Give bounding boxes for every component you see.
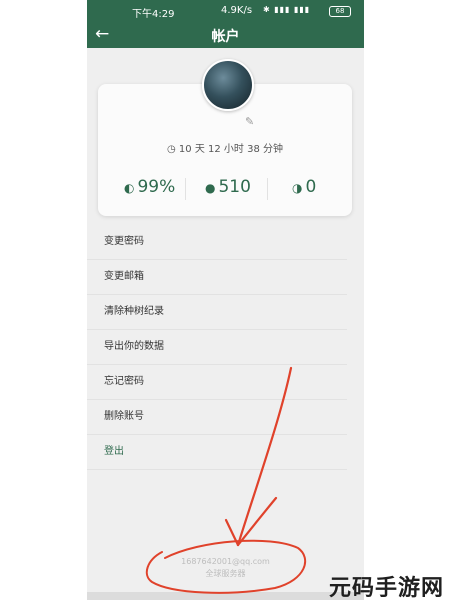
focus-time-text: 10 天 12 小时 38 分钟 [178, 144, 283, 155]
menu-delete-account[interactable]: 删除账号 [87, 400, 347, 435]
status-bar: 下午4:29 4.9K/s ✱ ▮▮▮ ▮▮▮ 68 [87, 0, 364, 22]
menu-forgot-password[interactable]: 忘记密码 [87, 365, 347, 400]
stat-real-trees: ◑ 0 [292, 172, 316, 202]
clock-icon: ◷ [167, 144, 176, 155]
menu-export-data[interactable]: 导出你的数据 [87, 330, 347, 365]
stat-divider [267, 178, 268, 200]
success-rate-icon: ◐ [124, 181, 135, 195]
globe-tree-icon: ◑ [292, 181, 303, 195]
page-title: 帐户 [211, 29, 240, 45]
server-region: 全球服务器 [205, 569, 246, 578]
menu-change-password[interactable]: 变更密码 [87, 225, 347, 260]
app-bar: ← 帐户 [87, 22, 364, 48]
battery-icon: 68 [329, 6, 351, 17]
stat-success-rate: ◐ 99% [124, 172, 175, 202]
account-email: 1687642001@qq.com [181, 557, 270, 566]
stat-coins: ● 510 [205, 172, 251, 202]
menu-clear-tree-records[interactable]: 清除种树纪录 [87, 295, 347, 330]
stat-value: 510 [218, 177, 251, 197]
coin-icon: ● [205, 181, 216, 195]
signal-icon: ✱ ▮▮▮ ▮▮▮ [263, 5, 311, 14]
menu-logout[interactable]: 登出 [87, 435, 347, 470]
bottom-bar [87, 592, 364, 600]
network-speed: 4.9K/s [221, 5, 253, 16]
watermark-text: 元码手游网 [328, 576, 444, 601]
stat-divider [185, 178, 186, 200]
stat-value: 0 [305, 177, 317, 197]
status-time: 下午4:29 [132, 9, 175, 20]
avatar[interactable] [202, 59, 254, 111]
phone-screen: 下午4:29 4.9K/s ✱ ▮▮▮ ▮▮▮ 68 ← 帐户 ✎ ◷ 10 天… [87, 0, 364, 600]
edit-pencil-icon[interactable]: ✎ [245, 115, 254, 128]
stats-row: ◐ 99% ● 510 ◑ 0 [98, 172, 352, 202]
stat-value: 99% [137, 177, 176, 197]
focus-time: ◷ 10 天 12 小时 38 分钟 [98, 140, 352, 155]
account-footer: 1687642001@qq.com 全球服务器 [87, 556, 364, 580]
account-menu: 变更密码 变更邮箱 清除种树纪录 导出你的数据 忘记密码 删除账号 登出 [87, 225, 364, 470]
menu-change-email[interactable]: 变更邮箱 [87, 260, 347, 295]
